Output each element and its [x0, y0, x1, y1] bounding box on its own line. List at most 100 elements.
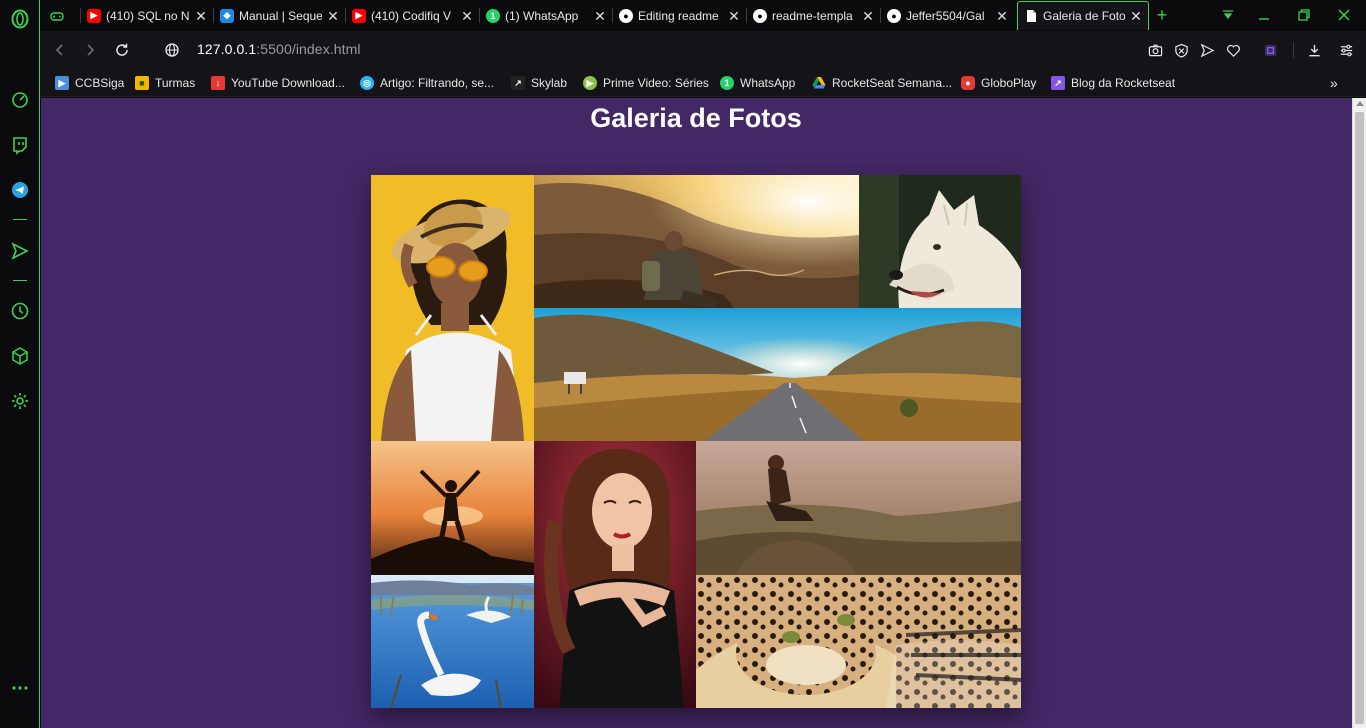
- bookmark-skylab[interactable]: ↗ Skylab: [511, 75, 567, 91]
- gallery-photo-leopard[interactable]: [696, 575, 1021, 708]
- more-dots-icon[interactable]: [8, 676, 32, 700]
- whatsapp-icon: 1: [486, 8, 500, 23]
- history-icon[interactable]: [8, 299, 32, 323]
- reload-icon[interactable]: [112, 40, 132, 60]
- drive-icon: [812, 76, 826, 90]
- bookmark-label: Skylab: [531, 76, 568, 90]
- tab-manual-sequelize[interactable]: ◆ Manual | Seque ✕: [214, 1, 345, 30]
- sidebar: [0, 0, 40, 728]
- gallery-photo-road[interactable]: [534, 308, 1021, 441]
- opera-logo-icon[interactable]: [8, 7, 32, 31]
- bookmark-label: WhatsApp: [740, 76, 796, 90]
- ccbsiga-icon: ▶: [55, 76, 69, 90]
- tab-close-button[interactable]: ✕: [327, 9, 339, 23]
- gallery-photo-woman-hat[interactable]: [371, 175, 534, 441]
- gamepad-icon: [50, 9, 64, 23]
- bookmark-label: CCBSiga: [75, 76, 125, 90]
- gallery-photo-hiker[interactable]: [534, 175, 859, 308]
- gallery-photo-swans[interactable]: [371, 575, 534, 708]
- youtube-icon: ▶: [87, 8, 101, 23]
- adblock-shield-icon[interactable]: [1172, 41, 1190, 59]
- tab-youtube-codifiq[interactable]: ▶ (410) Codifiq V ✕: [346, 1, 479, 30]
- page-scrollbar[interactable]: [1352, 98, 1366, 728]
- tab-github-repo[interactable]: ● Jeffer5504/Gal ✕: [881, 1, 1014, 30]
- bookmark-youtube-download[interactable]: ↓ YouTube Download...: [211, 75, 345, 91]
- sidebar-divider: [13, 219, 27, 220]
- new-tab-button[interactable]: +: [1151, 5, 1173, 25]
- bookmark-blog-rocketseat[interactable]: ↗ Blog da Rocketseat: [1051, 75, 1175, 91]
- bookmark-whatsapp[interactable]: 1 WhatsApp: [720, 75, 795, 91]
- gallery-photo-woman-hill[interactable]: [696, 441, 1021, 575]
- tab-label: Jeffer5504/Gal: [906, 8, 985, 23]
- tab-youtube-sql[interactable]: ▶ (410) SQL no N ✕: [81, 1, 213, 30]
- bookmark-label: GloboPlay: [981, 76, 1037, 90]
- tab-menu-icon[interactable]: [1217, 5, 1239, 25]
- tab-gx-corner[interactable]: [44, 1, 80, 30]
- browser-window: ▶ (410) SQL no N ✕ ◆ Manual | Seque ✕ ▶ …: [0, 0, 1366, 728]
- back-icon[interactable]: [50, 40, 70, 60]
- rocketseat-icon: ↗: [1051, 76, 1065, 90]
- globe-icon: ◎: [360, 76, 374, 90]
- twitch-icon[interactable]: [8, 133, 32, 157]
- github-icon: ●: [887, 8, 901, 23]
- tab-close-button[interactable]: ✕: [1130, 9, 1142, 23]
- minimize-icon[interactable]: [1253, 5, 1275, 25]
- snapshot-camera-icon[interactable]: [1146, 41, 1164, 59]
- gallery-photo-sunset[interactable]: [371, 441, 534, 575]
- tab-close-button[interactable]: ✕: [594, 9, 606, 23]
- bookmark-heart-icon[interactable]: [1224, 41, 1242, 59]
- extensions-cube-icon[interactable]: [8, 344, 32, 368]
- gallery-photo-portrait[interactable]: [534, 441, 696, 708]
- send-icon[interactable]: [8, 239, 32, 263]
- telegram-icon[interactable]: [8, 178, 32, 202]
- download-icon: ↓: [211, 76, 225, 90]
- bookmark-prime-video[interactable]: ▶ Prime Video: Séries: [583, 75, 709, 91]
- youtube-icon: ▶: [352, 8, 366, 23]
- settings-gear-icon[interactable]: [8, 389, 32, 413]
- restore-icon[interactable]: [1293, 5, 1315, 25]
- close-window-icon[interactable]: [1333, 5, 1355, 25]
- tab-editing-readme[interactable]: ● Editing readme ✕: [613, 1, 746, 30]
- gallery-photo-wolf[interactable]: [859, 175, 1021, 308]
- downloads-icon[interactable]: [1305, 41, 1323, 59]
- easy-setup-sliders-icon[interactable]: [1337, 41, 1355, 59]
- bookmark-ccbsiga[interactable]: ▶ CCBSiga: [55, 75, 124, 91]
- bookmarks-overflow-button[interactable]: »: [1330, 75, 1338, 91]
- bookmarks-bar: ▶ CCBSiga ■ Turmas ↓ YouTube Download...…: [40, 69, 1366, 97]
- extension-puzzle-icon[interactable]: [1261, 41, 1279, 59]
- photo-gallery: [371, 175, 1021, 708]
- bookmark-rocketseat-semana[interactable]: RocketSeat Semana...: [812, 75, 952, 91]
- flow-send-icon[interactable]: [1198, 41, 1216, 59]
- scroll-up-arrow-icon[interactable]: [1356, 101, 1364, 106]
- tab-whatsapp[interactable]: 1 (1) WhatsApp ✕: [480, 1, 612, 30]
- tab-close-button[interactable]: ✕: [728, 9, 740, 23]
- tab-close-button[interactable]: ✕: [461, 9, 473, 23]
- toolbar-divider: [1293, 42, 1294, 58]
- url-field[interactable]: 127.0.0.1:5500/index.html: [197, 41, 361, 57]
- tab-label: Editing readme: [638, 8, 719, 23]
- tab-close-button[interactable]: ✕: [195, 9, 207, 23]
- bookmark-label: Prime Video: Séries: [603, 76, 709, 90]
- scrollbar-thumb[interactable]: [1355, 112, 1364, 724]
- bookmark-label: Artigo: Filtrando, se...: [380, 76, 495, 90]
- cube-icon: ◆: [220, 8, 234, 23]
- bookmark-label: Blog da Rocketseat: [1071, 76, 1176, 90]
- skylab-icon: ↗: [511, 76, 525, 90]
- site-info-globe-icon[interactable]: [162, 40, 182, 60]
- tab-readme-template[interactable]: ● readme-templa ✕: [747, 1, 880, 30]
- tab-close-button[interactable]: ✕: [862, 9, 874, 23]
- forward-icon[interactable]: [80, 40, 100, 60]
- tab-galeria-active[interactable]: Galeria de Foto ✕: [1017, 1, 1149, 30]
- tab-label: (410) SQL no N: [106, 8, 190, 23]
- play-icon: ▶: [583, 76, 597, 90]
- whatsapp-icon: 1: [720, 76, 734, 90]
- tab-label: (1) WhatsApp: [505, 8, 579, 23]
- bookmark-turmas[interactable]: ■ Turmas: [135, 75, 195, 91]
- speed-dial-icon[interactable]: [8, 88, 32, 112]
- bookmark-artigo[interactable]: ◎ Artigo: Filtrando, se...: [360, 75, 494, 91]
- bookmark-globoplay[interactable]: ● GloboPlay: [961, 75, 1036, 91]
- tab-strip: ▶ (410) SQL no N ✕ ◆ Manual | Seque ✕ ▶ …: [40, 0, 1366, 31]
- tab-close-button[interactable]: ✕: [996, 9, 1008, 23]
- github-icon: ●: [619, 8, 633, 23]
- page-icon: [1024, 9, 1038, 23]
